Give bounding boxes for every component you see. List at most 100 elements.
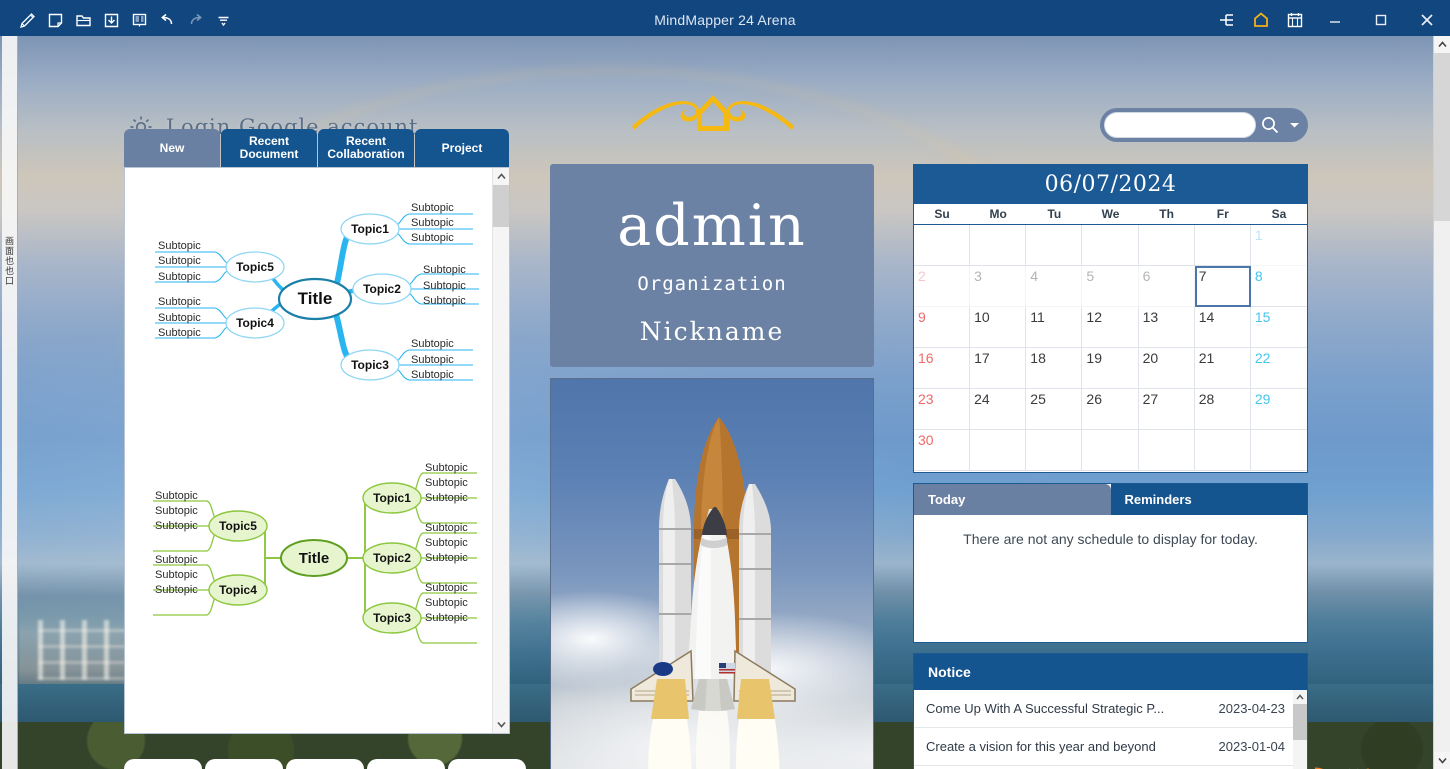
calendar-day-1[interactable]: 1 (1250, 225, 1307, 266)
left-edge-strip: 画面也也口 (2, 36, 18, 769)
mm-blue-topic2: Topic2 (363, 282, 401, 296)
new-document-icon[interactable] (42, 7, 68, 33)
calendar-day-14[interactable]: 14 (1194, 307, 1251, 348)
blue-radial-mindmap-thumbnail[interactable]: Title Topic1 Topic2 Topic3 Topic4 Topic5… (143, 186, 483, 406)
scroll-up-arrow[interactable] (493, 168, 509, 185)
page-tab-3[interactable]: 3 (286, 759, 364, 769)
calendar-day-22[interactable]: 22 (1250, 348, 1307, 389)
scroll-thumb[interactable] (1293, 704, 1307, 740)
chevron-down-icon[interactable] (1284, 111, 1304, 139)
calendar-day-5[interactable]: 5 (1082, 266, 1139, 307)
calendar-day-empty (1138, 430, 1195, 471)
calendar-day-19[interactable]: 19 (1082, 348, 1139, 389)
more-options-icon[interactable] (210, 7, 236, 33)
calendar-grid[interactable]: 1 2 3 4 5 6 7 8 9 10 11 12 13 14 15 16 17 18 19 20 21 22 23 24 2… (914, 225, 1307, 471)
page-number-tabs: 5 4 3 2 1 (124, 759, 544, 769)
calendar-day-24[interactable]: 24 (970, 389, 1027, 430)
tab-recent-document-line2: Document (239, 147, 299, 161)
space-shuttle-launch-photo (550, 378, 874, 769)
page-tab-1[interactable]: 1 (448, 759, 526, 769)
day-header-fr: Fr (1216, 207, 1229, 221)
calendar-day-26[interactable]: 26 (1082, 389, 1139, 430)
mm-green-title: Title (298, 549, 330, 567)
calendar-day-empty (914, 225, 971, 266)
calendar-day-21[interactable]: 21 (1194, 348, 1251, 389)
mm-green-sub: Subtopic (155, 569, 198, 581)
mm-green-sub: Subtopic (425, 522, 468, 534)
calendar-day-29[interactable]: 29 (1250, 389, 1307, 430)
calendar-day-16[interactable]: 16 (914, 348, 971, 389)
templates-panel: New Recent Document Recent Collaboration… (124, 129, 510, 765)
calendar-day-6[interactable]: 6 (1138, 266, 1195, 307)
calendar-day-2[interactable]: 2 (914, 266, 971, 307)
search-box (1100, 108, 1308, 142)
tab-recent-collaboration-line2: Collaboration (327, 147, 405, 161)
calendar-day-empty (1026, 225, 1083, 266)
day-header-we: We (1101, 207, 1120, 221)
close-button[interactable] (1404, 0, 1450, 40)
notice-scrollbar[interactable] (1293, 690, 1307, 769)
day-header-mo: Mo (989, 207, 1007, 221)
redo-icon[interactable] (182, 7, 208, 33)
calendar-day-27[interactable]: 27 (1138, 389, 1195, 430)
app-vertical-scrollbar[interactable] (1433, 36, 1450, 769)
search-input[interactable] (1104, 112, 1256, 138)
calendar-day-15[interactable]: 15 (1250, 307, 1307, 348)
save-icon[interactable] (98, 7, 124, 33)
scroll-thumb[interactable] (1434, 53, 1450, 221)
page-tab-4[interactable]: 4 (205, 759, 283, 769)
page-tab-2[interactable]: 2 (367, 759, 445, 769)
mm-blue-sub: Subtopic (423, 264, 466, 276)
calendar-day-8[interactable]: 8 (1250, 266, 1307, 307)
open-folder-icon[interactable] (70, 7, 96, 33)
scroll-down-arrow[interactable] (493, 716, 509, 733)
calendar-day-11[interactable]: 11 (1026, 307, 1083, 348)
tab-today[interactable]: Today (914, 484, 1111, 515)
scroll-up-arrow[interactable] (1293, 690, 1307, 704)
mm-blue-sub: Subtopic (411, 338, 454, 350)
calendar-day-12[interactable]: 12 (1082, 307, 1139, 348)
mm-green-sub: Subtopic (425, 612, 468, 624)
tab-reminders[interactable]: Reminders (1110, 484, 1307, 515)
home-icon[interactable] (1244, 0, 1278, 40)
calendar-day-empty (1026, 430, 1083, 471)
calendar-day-25[interactable]: 25 (1026, 389, 1083, 430)
page-tab-5[interactable]: 5 (124, 759, 202, 769)
tab-project[interactable]: Project (415, 129, 509, 167)
undo-icon[interactable] (154, 7, 180, 33)
tab-recent-collaboration[interactable]: Recent Collaboration (318, 129, 414, 167)
maximize-button[interactable] (1358, 0, 1404, 40)
watermark-line1: 单机100网 (1344, 764, 1433, 769)
calendar-day-4[interactable]: 4 (1026, 266, 1083, 307)
calendar-day-empty (1250, 430, 1307, 471)
scroll-up-arrow[interactable] (1434, 36, 1450, 53)
calendar-day-30[interactable]: 30 (914, 430, 971, 471)
calendar-day-3[interactable]: 3 (970, 266, 1027, 307)
connect-icon[interactable] (1210, 0, 1244, 40)
calendar-day-10[interactable]: 10 (970, 307, 1027, 348)
day-header-th: Th (1159, 207, 1174, 221)
calendar-day-23[interactable]: 23 (914, 389, 971, 430)
titlebar-right-group (1210, 0, 1450, 40)
search-icon[interactable] (1256, 111, 1284, 139)
day-header-sa: Sa (1271, 207, 1287, 221)
tab-new[interactable]: New (124, 129, 220, 167)
calendar-day-20[interactable]: 20 (1138, 348, 1195, 389)
template-list-scrollbar[interactable] (492, 168, 509, 733)
calendar-day-17[interactable]: 17 (970, 348, 1027, 389)
green-tree-mindmap-thumbnail[interactable]: Title Topic1 Topic2 Topic3 Topic4 Topic5… (143, 458, 483, 653)
present-icon[interactable] (126, 7, 152, 33)
calendar-day-9[interactable]: 9 (914, 307, 971, 348)
notice-item[interactable]: Come Up With A Successful Strategic P...… (914, 690, 1307, 728)
minimize-button[interactable] (1312, 0, 1358, 40)
calendar-icon[interactable] (1278, 0, 1312, 40)
calendar-day-13[interactable]: 13 (1138, 307, 1195, 348)
calendar-day-28[interactable]: 28 (1194, 389, 1251, 430)
calendar-day-7[interactable]: 7 (1194, 266, 1251, 307)
notice-item[interactable]: Create a vision for this year and beyond… (914, 728, 1307, 766)
mm-blue-sub: Subtopic (423, 295, 466, 307)
tab-recent-document[interactable]: Recent Document (221, 129, 317, 167)
scroll-thumb[interactable] (493, 185, 509, 227)
pen-icon[interactable] (14, 7, 40, 33)
calendar-day-18[interactable]: 18 (1026, 348, 1083, 389)
